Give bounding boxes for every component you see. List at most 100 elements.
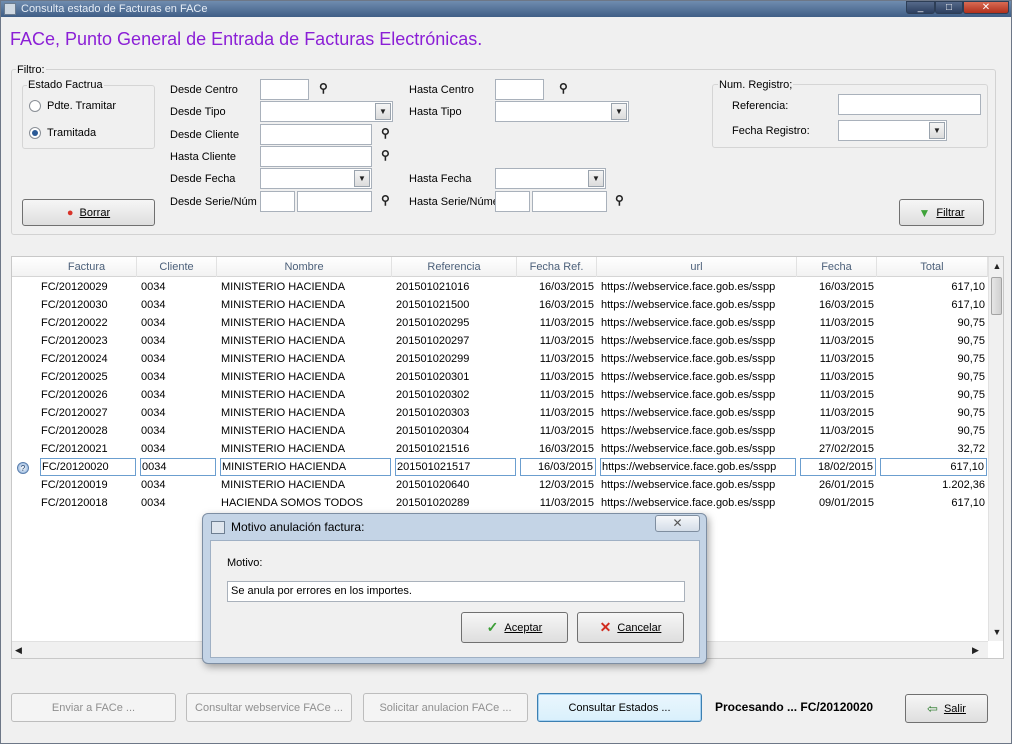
fecha-registro-combo[interactable]: ▼	[838, 120, 947, 141]
scroll-right-icon[interactable]: ▶	[972, 645, 979, 656]
table-row[interactable]: FC/20120024 0034 MINISTERIO HACIENDA 201501…	[12, 350, 988, 368]
chevron-down-icon[interactable]: ▼	[588, 170, 604, 187]
chevron-down-icon[interactable]: ▼	[929, 122, 945, 139]
chevron-down-icon[interactable]: ▼	[354, 170, 370, 187]
consultar-estados-button[interactable]: Consultar Estados ...	[537, 693, 702, 722]
cell-total: 617,10	[951, 497, 985, 509]
motivo-input[interactable]: Se anula por errores en los importes.	[227, 581, 685, 602]
desde-numero-input[interactable]	[297, 191, 372, 212]
hasta-numero-input[interactable]	[532, 191, 607, 212]
binoculars-icon[interactable]: ⚲	[319, 81, 328, 95]
pdte-tramitar-radio[interactable]	[29, 100, 41, 112]
table-row[interactable]: FC/20120030 0034 MINISTERIO HACIENDA 201501…	[12, 296, 988, 314]
table-row[interactable]: FC/20120025 0034 MINISTERIO HACIENDA 201501…	[12, 368, 988, 386]
cell-factura: FC/20120023	[41, 335, 108, 347]
table-row[interactable]: FC/20120020 0034 MINISTERIO HACIENDA 201501…	[12, 458, 988, 476]
vertical-scroll-thumb[interactable]	[991, 277, 1002, 315]
cell-fecha-ref: 11/03/2015	[539, 425, 594, 437]
aceptar-button[interactable]: ✓ Aceptar	[461, 612, 568, 643]
motivo-dialog: Motivo anulación factura: ✕ Motivo: Se a…	[202, 513, 707, 664]
hasta-cliente-input[interactable]	[260, 146, 372, 167]
column-header-factura[interactable]: Factura	[37, 257, 137, 277]
referencia-input[interactable]	[838, 94, 981, 115]
scroll-left-icon[interactable]: ◀	[15, 645, 22, 656]
binoculars-icon[interactable]: ⚲	[559, 81, 568, 95]
binoculars-icon[interactable]: ⚲	[381, 148, 390, 162]
desde-cliente-input[interactable]	[260, 124, 372, 145]
desde-serie-label: Desde Serie/Núm	[170, 196, 257, 208]
column-header-total[interactable]: Total	[877, 257, 988, 277]
hasta-fecha-combo[interactable]: ▼	[495, 168, 606, 189]
cell-referencia: 201501020297	[396, 335, 470, 347]
cell-referencia: 201501020640	[396, 479, 470, 491]
cell-nombre: MINISTERIO HACIENDA	[221, 299, 346, 311]
table-row[interactable]: FC/20120021 0034 MINISTERIO HACIENDA 201501…	[12, 440, 988, 458]
cell-referencia: 201501021517	[395, 458, 516, 476]
column-header-referencia[interactable]: Referencia	[392, 257, 517, 277]
hasta-serie-input[interactable]	[495, 191, 530, 212]
table-row[interactable]: FC/20120028 0034 MINISTERIO HACIENDA 201501…	[12, 422, 988, 440]
binoculars-icon[interactable]: ⚲	[615, 193, 624, 207]
cell-fecha-ref: 11/03/2015	[539, 353, 594, 365]
binoculars-icon[interactable]: ⚲	[381, 126, 390, 140]
borrar-button[interactable]: ● Borrar	[22, 199, 155, 226]
cell-total: 90,75	[957, 371, 985, 383]
desde-fecha-combo[interactable]: ▼	[260, 168, 372, 189]
cell-fecha-ref: 11/03/2015	[539, 389, 594, 401]
cancelar-button[interactable]: ✕ Cancelar	[577, 612, 684, 643]
table-row[interactable]: FC/20120019 0034 MINISTERIO HACIENDA 201501…	[12, 476, 988, 494]
cell-fecha: 16/03/2015	[818, 299, 874, 311]
cell-nombre: MINISTERIO HACIENDA	[221, 425, 346, 437]
consultar-webservice-button[interactable]: Consultar webservice FACe ...	[186, 693, 352, 722]
minimize-button[interactable]: _	[906, 1, 935, 14]
chevron-down-icon[interactable]: ▼	[611, 103, 627, 120]
table-row[interactable]: FC/20120018 0034 HACIENDA SOMOS TODOS 20150…	[12, 494, 988, 512]
column-header-url[interactable]: url	[597, 257, 797, 277]
hasta-serie-label: Hasta Serie/Núme	[409, 196, 495, 208]
filtrar-button[interactable]: ▼ Filtrar	[899, 199, 984, 226]
column-header-fecha-ref[interactable]: Fecha Ref.	[517, 257, 597, 277]
cell-total: 1.202,36	[942, 479, 985, 491]
cell-url: https://webservice.face.gob.es/sspp	[601, 281, 776, 293]
cell-nombre: MINISTERIO HACIENDA	[221, 479, 346, 491]
hasta-tipo-combo[interactable]: ▼	[495, 101, 629, 122]
table-row[interactable]: FC/20120022 0034 MINISTERIO HACIENDA 201501…	[12, 314, 988, 332]
desde-centro-label: Desde Centro	[170, 84, 238, 96]
close-button[interactable]: ✕	[963, 1, 1009, 14]
desde-serie-input[interactable]	[260, 191, 295, 212]
enviar-face-button[interactable]: Enviar a FACe ...	[11, 693, 176, 722]
cell-nombre: HACIENDA SOMOS TODOS	[221, 497, 364, 509]
salir-button[interactable]: ⇦ Salir	[905, 694, 988, 723]
cell-cliente: 0034	[141, 317, 166, 329]
tramitada-radio[interactable]	[29, 127, 41, 139]
checkmark-icon: ✓	[486, 619, 499, 635]
scroll-down-icon[interactable]: ▼	[991, 627, 1003, 637]
hasta-centro-input[interactable]	[495, 79, 544, 100]
table-row[interactable]: FC/20120023 0034 MINISTERIO HACIENDA 201501…	[12, 332, 988, 350]
eraser-icon: ●	[66, 206, 74, 219]
table-row[interactable]: FC/20120029 0034 MINISTERIO HACIENDA 201501…	[12, 278, 988, 296]
desde-centro-input[interactable]	[260, 79, 309, 100]
scroll-up-icon[interactable]: ▲	[991, 261, 1003, 271]
desde-tipo-combo[interactable]: ▼	[260, 101, 393, 122]
solicitar-anulacion-button[interactable]: Solicitar anulacion FACe ...	[363, 693, 528, 722]
cell-factura: FC/20120028	[41, 425, 108, 437]
dialog-close-button[interactable]: ✕	[655, 515, 700, 532]
cell-fecha: 16/03/2015	[818, 281, 874, 293]
chevron-down-icon[interactable]: ▼	[375, 103, 391, 120]
cell-nombre: MINISTERIO HACIENDA	[221, 317, 346, 329]
column-header-nombre[interactable]: Nombre	[217, 257, 392, 277]
cell-fecha-ref: 12/03/2015	[538, 479, 594, 491]
cell-total: 90,75	[957, 425, 985, 437]
borrar-label: Borrar	[79, 206, 111, 219]
column-header-cliente[interactable]: Cliente	[137, 257, 217, 277]
cell-url: https://webservice.face.gob.es/sspp	[601, 497, 776, 509]
cell-fecha-ref: 11/03/2015	[539, 407, 594, 419]
table-row[interactable]: FC/20120026 0034 MINISTERIO HACIENDA 201501…	[12, 386, 988, 404]
table-row[interactable]: FC/20120027 0034 MINISTERIO HACIENDA 201501…	[12, 404, 988, 422]
cell-fecha: 11/03/2015	[819, 317, 874, 329]
binoculars-icon[interactable]: ⚲	[381, 193, 390, 207]
vertical-scrollbar[interactable]: ▲ ▼	[988, 257, 1003, 641]
column-header-fecha[interactable]: Fecha	[797, 257, 877, 277]
maximize-button[interactable]: □	[935, 1, 963, 14]
